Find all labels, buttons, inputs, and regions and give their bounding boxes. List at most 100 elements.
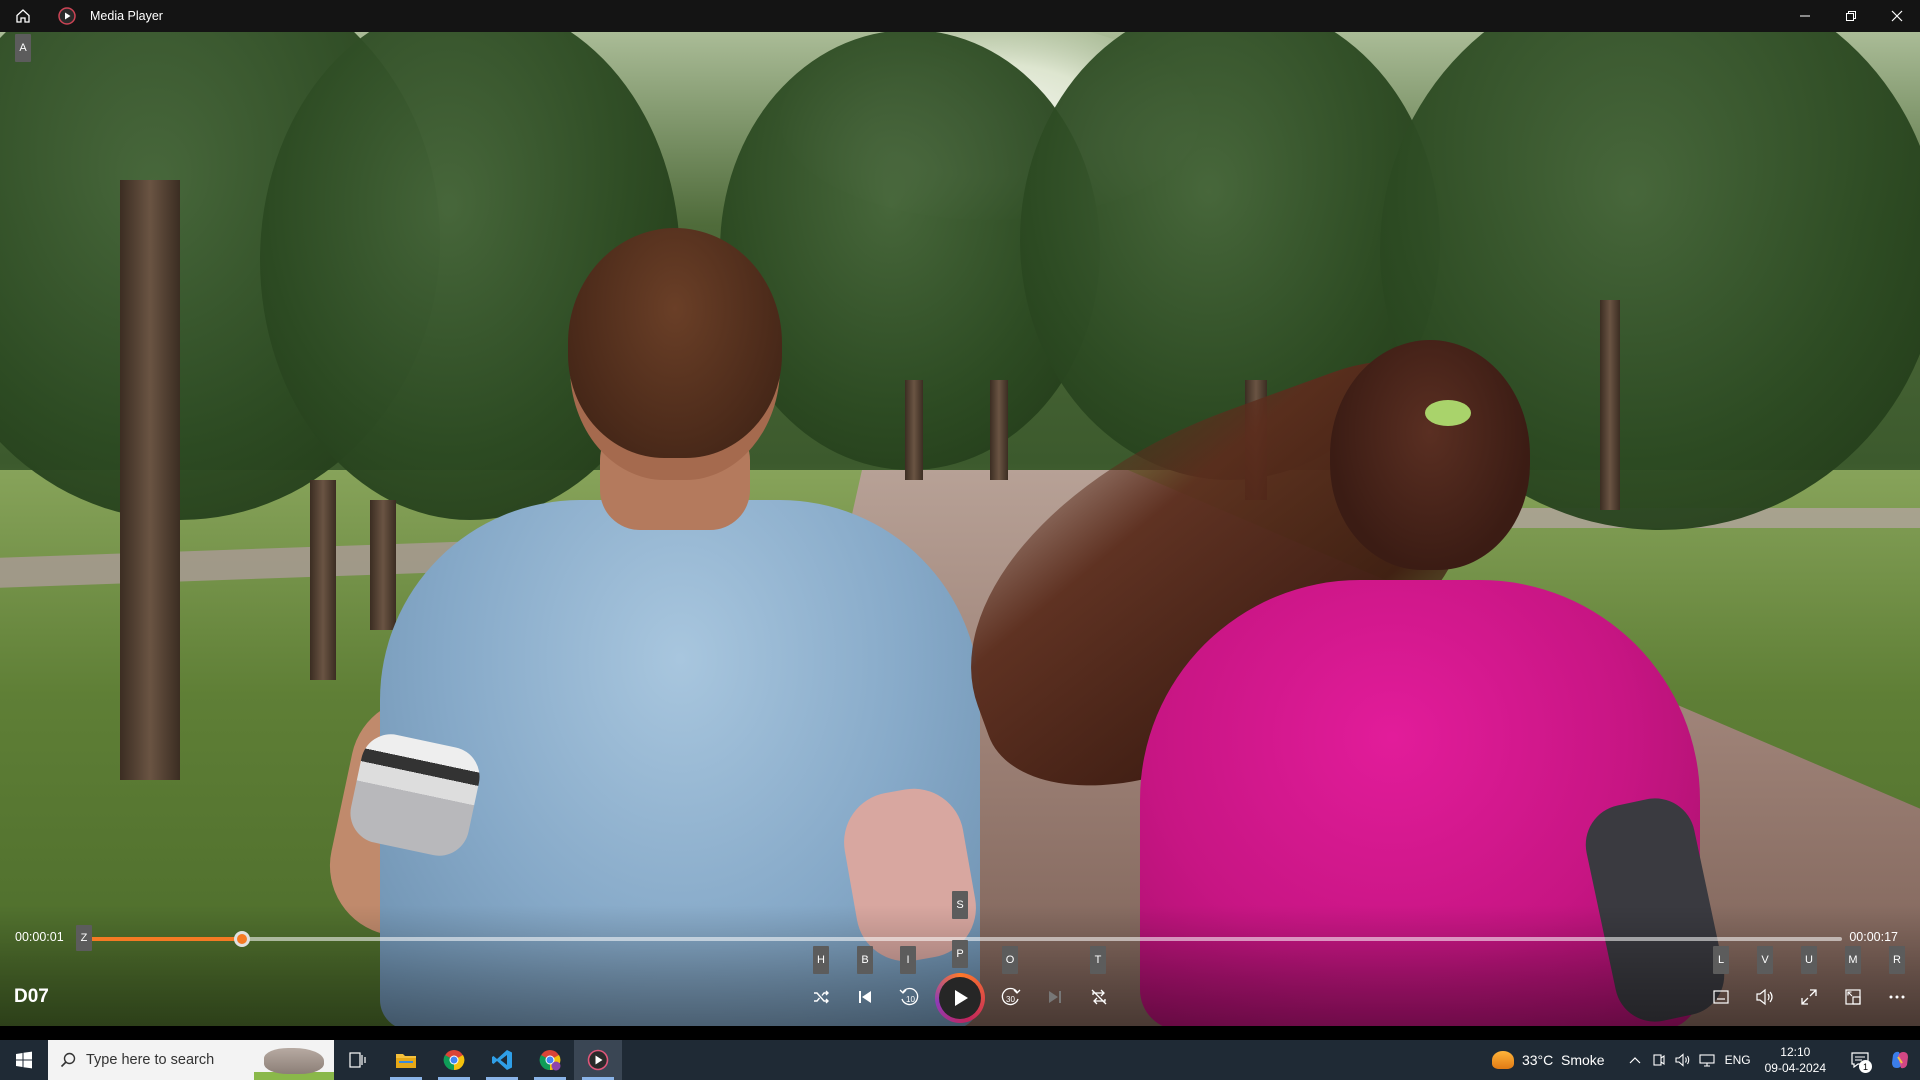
scene-scrunchie xyxy=(1425,400,1471,426)
shuffle-button[interactable] xyxy=(806,982,836,1012)
forward-30-button[interactable]: 30 xyxy=(996,982,1026,1012)
rewind-10-icon: 10 xyxy=(899,987,919,1006)
repeat-off-icon xyxy=(1091,989,1107,1005)
close-button[interactable] xyxy=(1874,0,1920,32)
total-time: 00:00:17 xyxy=(1849,930,1898,944)
next-icon xyxy=(1049,991,1061,1003)
keytip-p: P xyxy=(952,940,968,968)
taskbar-chrome-profile[interactable] xyxy=(526,1040,574,1080)
media-player-icon xyxy=(587,1049,609,1071)
windows-logo-icon xyxy=(16,1051,32,1069)
fullscreen-button[interactable] xyxy=(1794,982,1824,1012)
clock-time: 12:10 xyxy=(1780,1045,1811,1059)
elapsed-time: 00:00:01 xyxy=(15,930,64,944)
mini-player-button[interactable] xyxy=(1838,982,1868,1012)
speaker-icon xyxy=(1675,1053,1689,1067)
search-icon xyxy=(60,1052,76,1068)
svg-text:30: 30 xyxy=(1006,995,1015,1004)
taskbar: Type here to search 33°C Smoke ENG 12:10… xyxy=(0,1040,1920,1080)
keytip-a: A xyxy=(15,34,31,62)
close-icon xyxy=(1891,10,1903,22)
restore-icon xyxy=(1846,11,1856,21)
file-explorer-icon xyxy=(396,1054,416,1068)
taskbar-file-explorer[interactable] xyxy=(382,1040,430,1080)
keytip-v: V xyxy=(1757,946,1773,974)
copilot-icon xyxy=(1892,1051,1908,1069)
task-view-button[interactable] xyxy=(334,1040,382,1080)
window-controls xyxy=(1782,0,1920,32)
volume-icon xyxy=(1756,988,1773,1006)
window-title: Media Player xyxy=(90,9,163,23)
vscode-icon xyxy=(492,1050,512,1070)
fullscreen-icon xyxy=(1801,989,1817,1005)
keytip-o: O xyxy=(1002,946,1018,974)
weather-text: 33°C Smoke xyxy=(1521,1052,1605,1068)
search-highlight-image xyxy=(264,1048,324,1074)
keytip-s: S xyxy=(952,891,968,919)
video-frame[interactable] xyxy=(0,0,1920,1026)
tray-device-icon[interactable] xyxy=(1647,1053,1671,1067)
play-icon xyxy=(955,990,968,1006)
forward-30-icon: 30 xyxy=(1001,987,1021,1006)
task-view-icon xyxy=(349,1052,366,1068)
keytip-i: I xyxy=(900,946,916,974)
weather-widget[interactable]: 33°C Smoke xyxy=(1491,1051,1605,1069)
network-icon xyxy=(1699,1054,1715,1067)
keytip-z: Z xyxy=(76,925,92,951)
show-hidden-icons-button[interactable] xyxy=(1623,1056,1647,1064)
keytip-h: H xyxy=(813,946,829,974)
shuffle-icon xyxy=(814,990,829,1004)
scene-trunk xyxy=(370,500,396,630)
volume-button[interactable] xyxy=(1750,982,1780,1012)
tray-network[interactable] xyxy=(1695,1053,1719,1067)
scene-man-hair xyxy=(568,228,782,458)
scene-trunk xyxy=(120,180,180,780)
keytip-r: R xyxy=(1889,946,1905,974)
scene-trunk xyxy=(905,380,923,480)
weather-icon xyxy=(1491,1051,1514,1069)
play-button[interactable] xyxy=(935,973,985,1023)
tray-volume[interactable] xyxy=(1671,1053,1695,1067)
clock[interactable]: 12:10 09-04-2024 xyxy=(1765,1044,1826,1076)
minimize-button[interactable] xyxy=(1782,0,1828,32)
notifications-button[interactable]: 1 xyxy=(1840,1040,1880,1080)
previous-button[interactable] xyxy=(850,982,880,1012)
scene-woman-head xyxy=(1330,340,1530,570)
scene-trunk xyxy=(310,480,336,680)
start-button[interactable] xyxy=(0,1040,48,1080)
chevron-up-icon xyxy=(1629,1057,1641,1064)
taskbar-media-player[interactable] xyxy=(574,1040,622,1080)
clock-date: 09-04-2024 xyxy=(1764,1061,1826,1075)
keytip-t: T xyxy=(1090,946,1106,974)
media-title: D07 xyxy=(14,986,49,1007)
play-button-inner xyxy=(939,977,981,1019)
chrome-profile-icon xyxy=(539,1050,561,1071)
captions-button[interactable] xyxy=(1706,982,1736,1012)
home-icon xyxy=(16,9,30,23)
keytip-u: U xyxy=(1801,946,1817,974)
notification-badge: 1 xyxy=(1859,1060,1872,1073)
previous-icon xyxy=(859,991,871,1003)
more-options-button[interactable] xyxy=(1882,982,1912,1012)
media-player-app-icon xyxy=(56,5,78,27)
minimize-icon xyxy=(1800,15,1810,17)
rewind-10-button[interactable]: 10 xyxy=(894,982,924,1012)
chrome-icon xyxy=(443,1050,465,1071)
next-button[interactable] xyxy=(1040,982,1070,1012)
restore-button[interactable] xyxy=(1828,0,1874,32)
copilot-button[interactable] xyxy=(1880,1040,1920,1080)
mini-player-icon xyxy=(1845,989,1861,1005)
input-language[interactable]: ENG xyxy=(1725,1053,1751,1067)
more-icon xyxy=(1889,995,1905,999)
taskbar-chrome[interactable] xyxy=(430,1040,478,1080)
repeat-button[interactable] xyxy=(1084,982,1114,1012)
keytip-l: L xyxy=(1713,946,1729,974)
seek-progress xyxy=(84,937,243,941)
scene-trunk xyxy=(1600,300,1620,510)
system-tray: 33°C Smoke ENG 12:10 09-04-2024 1 xyxy=(1491,1040,1920,1080)
home-button[interactable] xyxy=(0,0,46,32)
keytip-b: B xyxy=(857,946,873,974)
captions-icon xyxy=(1713,990,1729,1004)
taskbar-search-box[interactable]: Type here to search xyxy=(48,1040,334,1080)
taskbar-vscode[interactable] xyxy=(478,1040,526,1080)
